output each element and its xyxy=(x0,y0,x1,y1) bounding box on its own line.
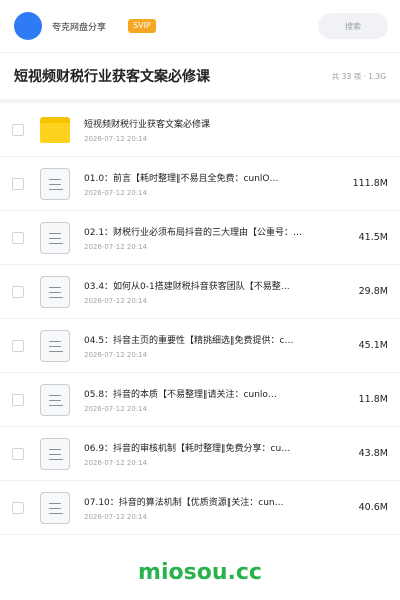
row-info: 04.5：抖音主页的重要性【精挑细选‖免费提供：c… 2026-07-12 20:… xyxy=(84,333,351,359)
video-file-icon xyxy=(38,167,72,201)
file-size: 29.8M xyxy=(358,286,388,297)
file-row[interactable]: 04.5：抖音主页的重要性【精挑细选‖免费提供：c… 2026-07-12 20:… xyxy=(0,319,400,373)
file-name: 06.9：抖音的审核机制【耗时整理‖免费分享：cu… xyxy=(84,443,291,454)
file-size: 11.8M xyxy=(358,394,388,405)
row-checkbox[interactable] xyxy=(12,447,24,460)
video-file-icon xyxy=(38,383,72,417)
row-info: 05.8：抖音的本质【不易整理‖请关注：cunlo… 2026-07-12 20:… xyxy=(84,387,351,413)
file-name: 05.8：抖音的本质【不易整理‖请关注：cunlo… xyxy=(84,389,277,400)
row-info: 01.0：前言【耗时整理‖不易且全免费：cunlO… 2026-07-12 20:… xyxy=(84,171,345,197)
file-size: 41.5M xyxy=(358,232,388,243)
search-input[interactable]: 搜索 xyxy=(318,13,388,39)
video-file-icon xyxy=(38,221,72,255)
row-checkbox[interactable] xyxy=(12,393,24,406)
file-name: 短视频财税行业获客文案必修课 xyxy=(84,119,211,130)
file-date: 2026-07-12 20:14 xyxy=(84,512,148,521)
file-date: 2026-07-12 20:14 xyxy=(84,188,148,197)
row-info: 短视频财税行业获客文案必修课 2026-07-12 20:14 xyxy=(84,117,388,143)
row-checkbox[interactable] xyxy=(12,231,24,244)
file-row[interactable]: 05.8：抖音的本质【不易整理‖请关注：cunlo… 2026-07-12 20:… xyxy=(0,373,400,427)
watermark: miosou.cc xyxy=(138,560,262,585)
file-name: 04.5：抖音主页的重要性【精挑细选‖免费提供：c… xyxy=(84,335,294,346)
top-bar: 夸克网盘分享 SVIP 搜索 xyxy=(0,0,400,52)
file-row[interactable]: 02.1：财税行业必须布局抖音的三大理由【公重号：… 2026-07-12 20:… xyxy=(0,211,400,265)
file-date: 2026-07-12 20:14 xyxy=(84,296,148,305)
folder-title: 短视频财税行业获客文案必修课 xyxy=(14,69,210,85)
file-size: 43.8M xyxy=(358,448,388,459)
row-info: 03.4：如何从0-1搭建财税抖音获客团队【不易整… 2026-07-12 20:… xyxy=(84,279,351,305)
file-row[interactable]: 03.4：如何从0-1搭建财税抖音获客团队【不易整… 2026-07-12 20:… xyxy=(0,265,400,319)
row-checkbox[interactable] xyxy=(12,285,24,298)
file-row[interactable]: 06.9：抖音的审核机制【耗时整理‖免费分享：cu… 2026-07-12 20:… xyxy=(0,427,400,481)
file-size: 45.1M xyxy=(358,340,388,351)
file-date: 2026-07-12 20:14 xyxy=(84,242,148,251)
file-name: 02.1：财税行业必须布局抖音的三大理由【公重号：… xyxy=(84,227,303,238)
file-size: 111.8M xyxy=(352,178,388,189)
row-info: 02.1：财税行业必须布局抖音的三大理由【公重号：… 2026-07-12 20:… xyxy=(84,225,351,251)
folder-meta: 共 33 项 · 1.3G xyxy=(331,71,386,81)
video-file-icon xyxy=(38,437,72,471)
file-date: 2026-07-12 20:14 xyxy=(84,458,148,467)
file-date: 2026-07-12 20:14 xyxy=(84,404,148,413)
video-file-icon xyxy=(38,491,72,525)
folder-header: 短视频财税行业获客文案必修课 共 33 项 · 1.3G xyxy=(0,53,400,99)
file-size: 40.6M xyxy=(358,502,388,513)
avatar[interactable] xyxy=(14,12,42,40)
folder-icon xyxy=(38,113,72,147)
row-checkbox[interactable] xyxy=(12,339,24,352)
row-info: 07.10：抖音的算法机制【优质资源‖关注：cun… 2026-07-12 20:… xyxy=(84,495,351,521)
share-name: 夸克网盘分享 xyxy=(52,22,107,33)
row-checkbox[interactable] xyxy=(12,501,24,514)
file-name: 01.0：前言【耗时整理‖不易且全免费：cunlO… xyxy=(84,173,279,184)
video-file-icon xyxy=(38,275,72,309)
folder-row[interactable]: 短视频财税行业获客文案必修课 2026-07-12 20:14 xyxy=(0,103,400,157)
row-info: 06.9：抖音的审核机制【耗时整理‖免费分享：cu… 2026-07-12 20:… xyxy=(84,441,351,467)
file-name: 03.4：如何从0-1搭建财税抖音获客团队【不易整… xyxy=(84,281,290,292)
svip-badge: SVIP xyxy=(128,19,156,33)
file-date: 2026-07-12 20:14 xyxy=(84,350,148,359)
row-checkbox[interactable] xyxy=(12,123,24,136)
row-checkbox[interactable] xyxy=(12,177,24,190)
file-row[interactable]: 01.0：前言【耗时整理‖不易且全免费：cunlO… 2026-07-12 20:… xyxy=(0,157,400,211)
file-date: 2026-07-12 20:14 xyxy=(84,134,148,143)
file-row[interactable]: 07.10：抖音的算法机制【优质资源‖关注：cun… 2026-07-12 20:… xyxy=(0,481,400,535)
file-name: 07.10：抖音的算法机制【优质资源‖关注：cun… xyxy=(84,497,284,508)
file-list: 短视频财税行业获客文案必修课 2026-07-12 20:14 01.0：前言【耗时… xyxy=(0,103,400,535)
video-file-icon xyxy=(38,329,72,363)
